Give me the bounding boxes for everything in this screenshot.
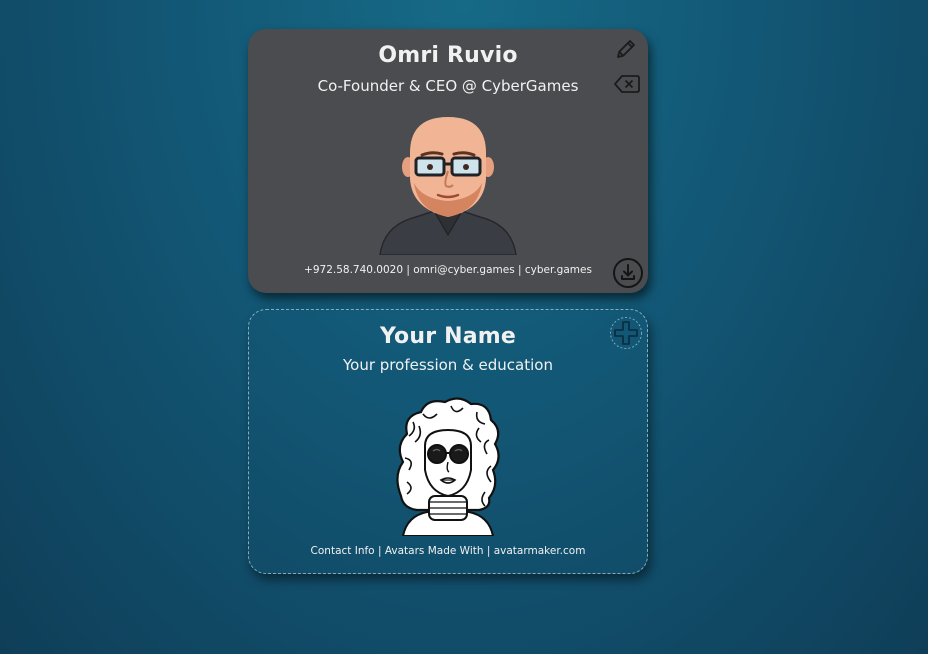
plus-icon[interactable]	[609, 316, 643, 350]
pencil-icon[interactable]	[614, 37, 638, 61]
backspace-icon[interactable]	[613, 73, 641, 95]
download-icon[interactable]	[612, 257, 644, 289]
business-card: Omri Ruvio Co-Founder & CEO @ CyberGames	[248, 29, 648, 293]
card-name: Omri Ruvio	[378, 43, 518, 68]
card-contact: +972.58.740.0020 | omri@cyber.games | cy…	[304, 264, 592, 276]
new-card-template[interactable]: Your Name Your profession & education Co…	[248, 309, 648, 574]
placeholder-avatar-image	[393, 396, 503, 537]
template-contact: Contact Info | Avatars Made With | avata…	[310, 545, 586, 557]
template-title: Your profession & education	[343, 356, 553, 374]
card-title: Co-Founder & CEO @ CyberGames	[317, 77, 579, 95]
template-name: Your Name	[379, 324, 517, 349]
avatar-image	[378, 113, 518, 256]
